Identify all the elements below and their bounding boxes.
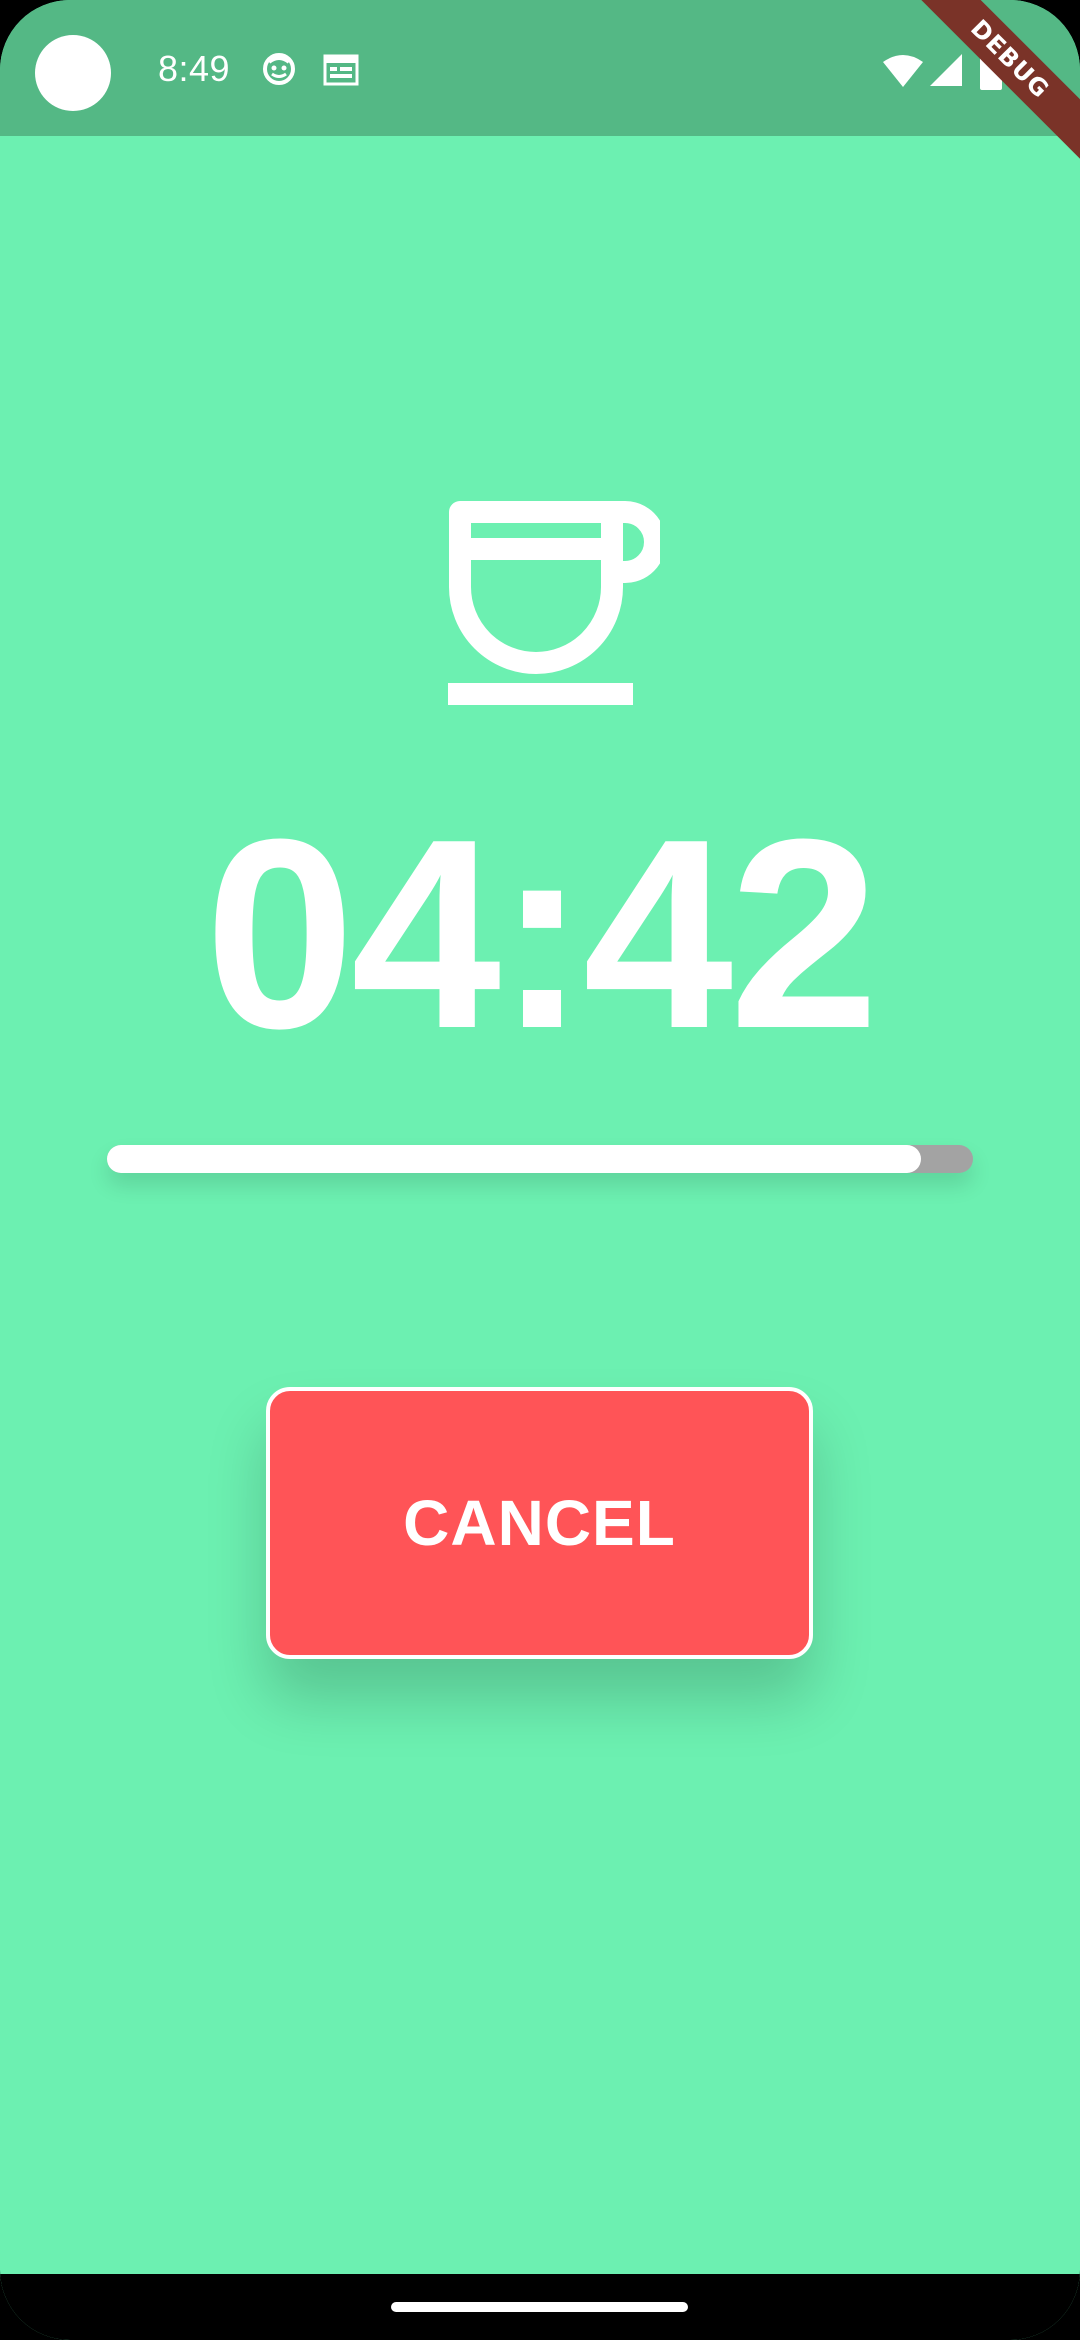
calendar-icon (323, 54, 359, 86)
wifi-icon (883, 55, 923, 87)
signal-icon (930, 54, 962, 86)
home-indicator[interactable] (391, 2302, 688, 2312)
camera-dot (35, 35, 111, 111)
progress-bar-fill (107, 1145, 921, 1173)
app-screen: 8:49 DEBUG 04:42 CANCEL (0, 0, 1080, 2340)
status-bar: 8:49 DEBUG (0, 0, 1080, 173)
cancel-button[interactable]: CANCEL (266, 1387, 813, 1659)
face-icon (263, 53, 295, 85)
progress-bar (107, 1145, 973, 1173)
timer-display: 04:42 (204, 784, 880, 1085)
status-time: 8:49 (158, 48, 231, 89)
coffee-cup-icon (448, 501, 660, 705)
